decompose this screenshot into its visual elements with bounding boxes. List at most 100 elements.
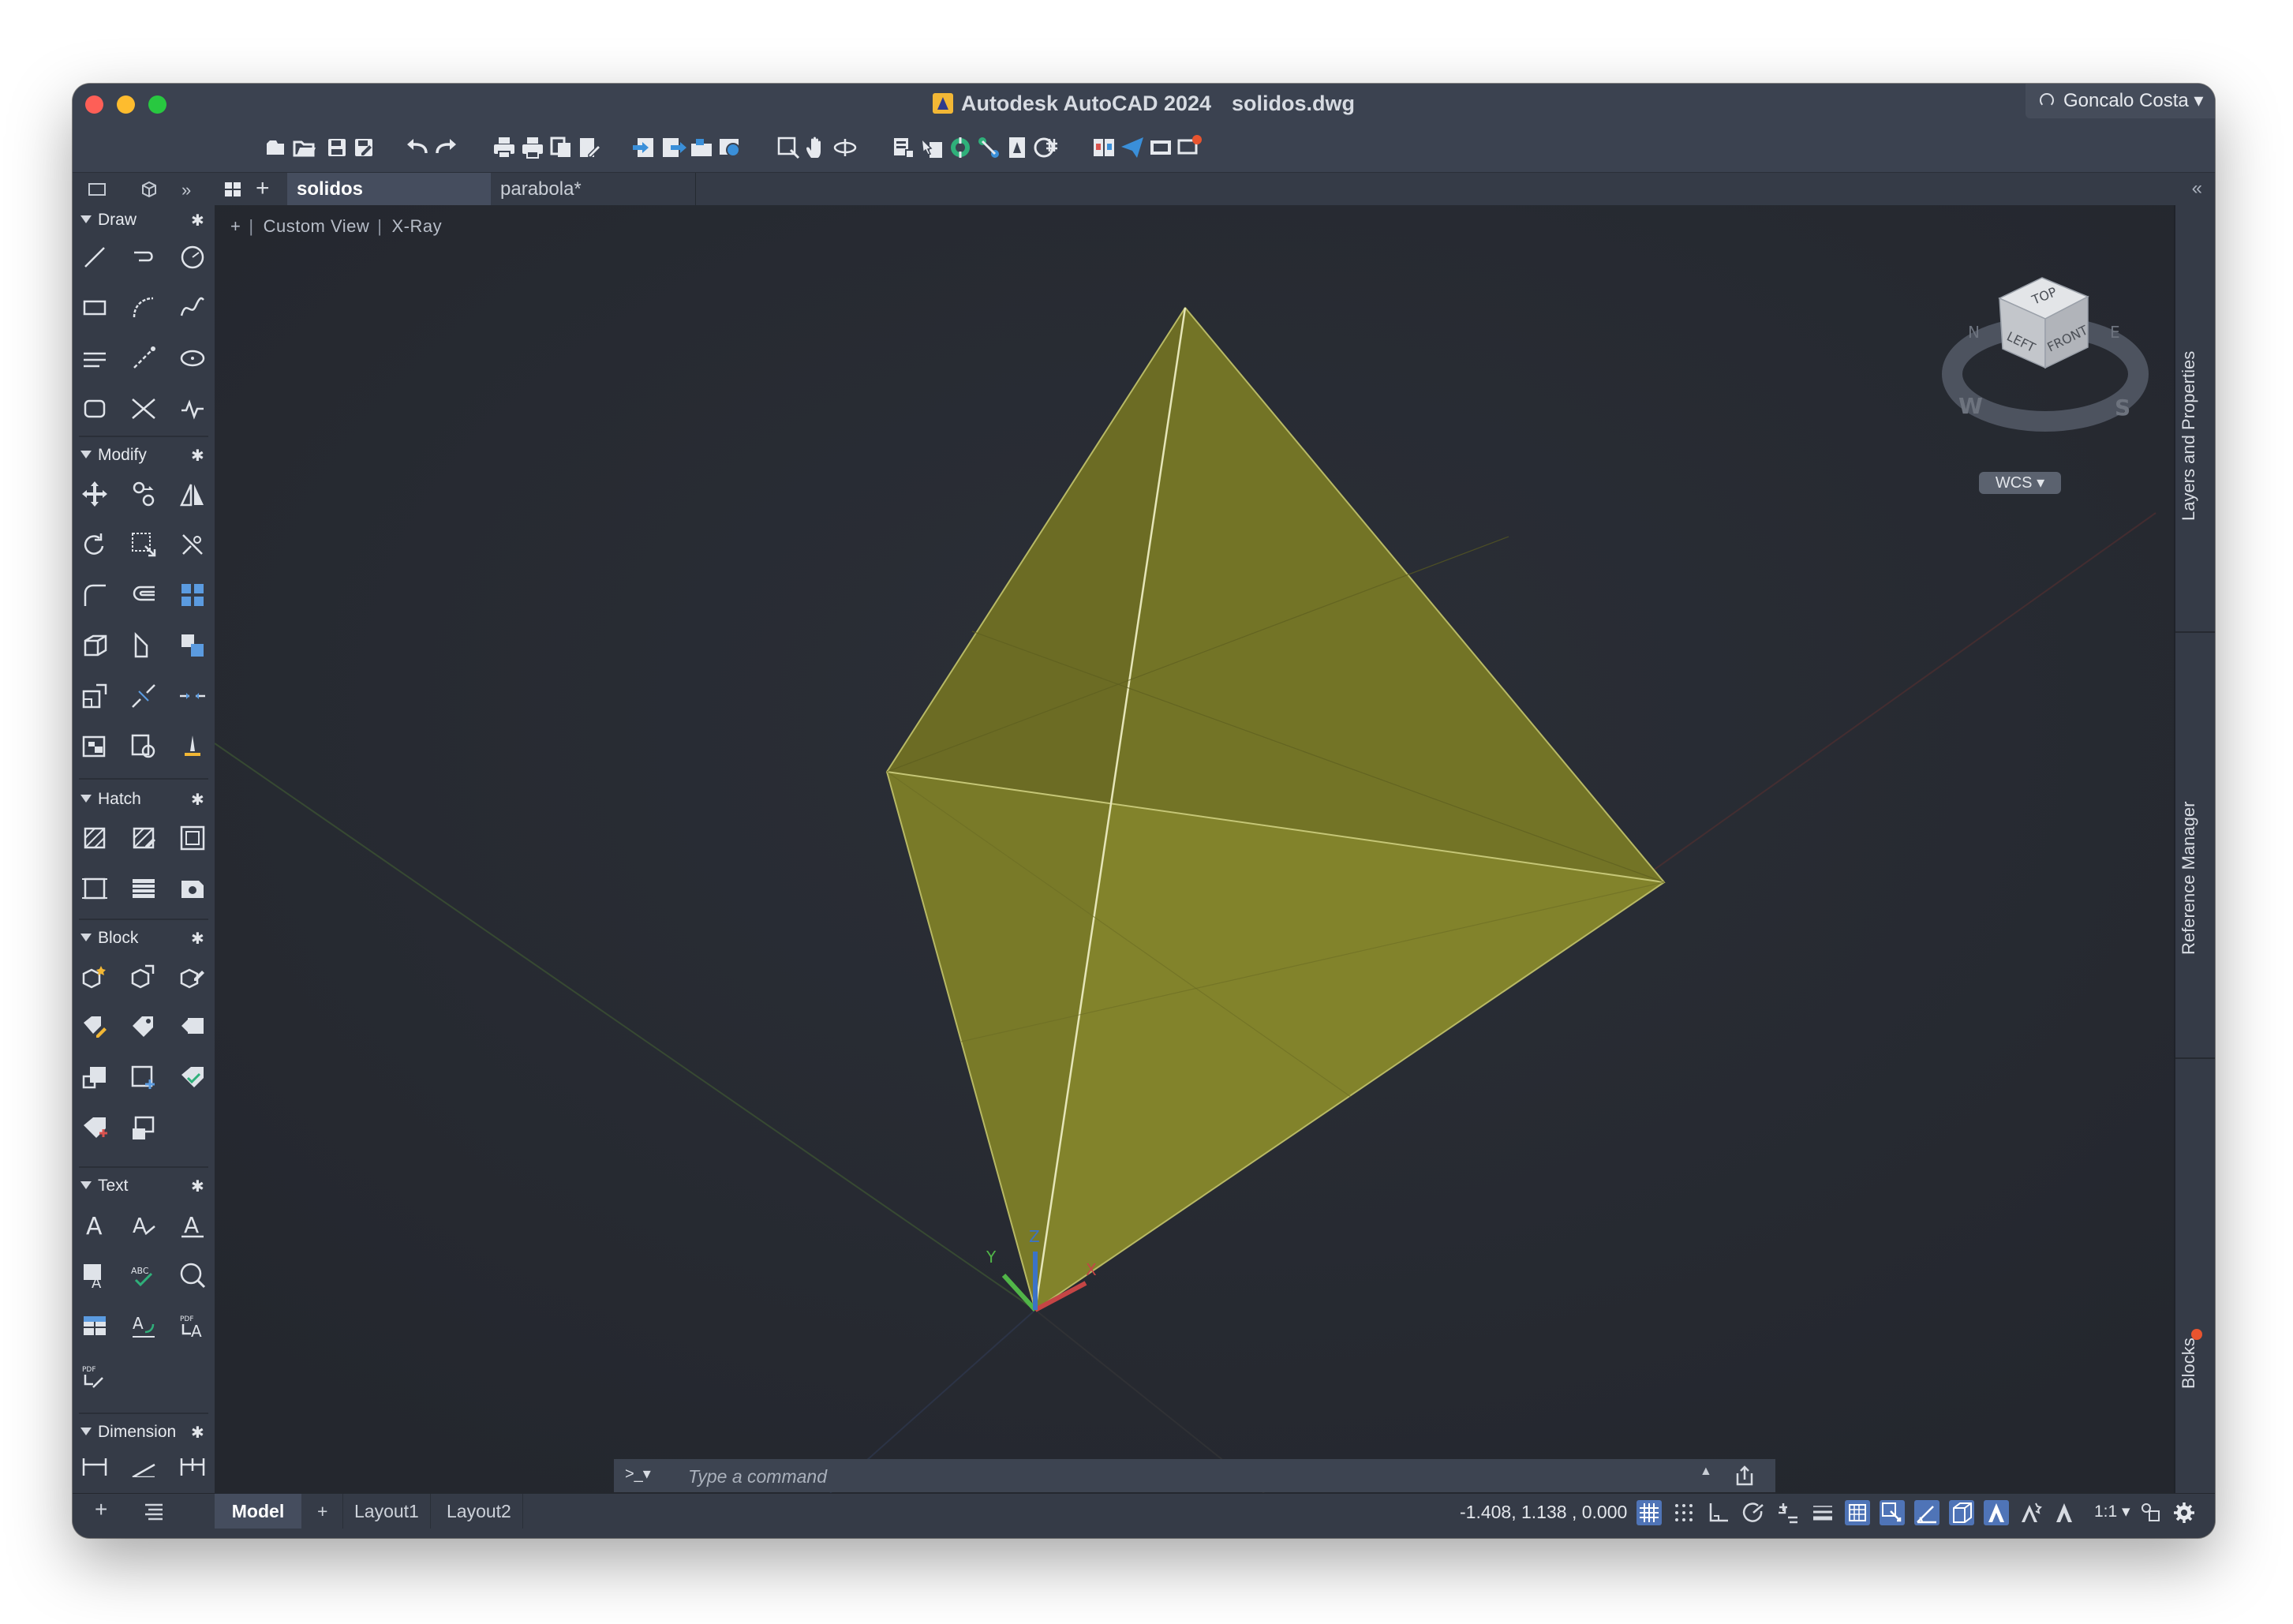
lengthen-icon[interactable] xyxy=(128,630,159,661)
save-as-icon[interactable] xyxy=(350,134,377,161)
new-layout-button[interactable]: + xyxy=(306,1494,339,1529)
share-view-icon[interactable] xyxy=(688,134,715,161)
find-replace-text-icon[interactable]: A xyxy=(79,1259,110,1292)
attach-image-icon[interactable] xyxy=(1004,134,1031,161)
block-editor-icon[interactable] xyxy=(177,961,208,993)
section-dimension-header[interactable]: Dimension ✱ xyxy=(73,1420,215,1444)
insert-block-palette-icon[interactable] xyxy=(128,961,159,993)
orbit-icon[interactable] xyxy=(832,134,858,161)
section-draw-header[interactable]: Draw ✱ xyxy=(73,208,215,232)
edit-polyline-icon[interactable] xyxy=(128,731,159,762)
zoom-window-icon[interactable] xyxy=(775,134,802,161)
revision-cloud-icon[interactable] xyxy=(177,393,208,425)
tab-layout2[interactable]: Layout2 xyxy=(436,1494,523,1529)
annotation-scale-dropdown[interactable]: 1:1 ▾ xyxy=(2094,1502,2130,1521)
notifications-icon[interactable] xyxy=(1176,134,1203,161)
offset-icon[interactable] xyxy=(128,579,159,611)
section-text-header[interactable]: Text ✱ xyxy=(73,1174,215,1198)
annotation-visibility-icon[interactable] xyxy=(2018,1500,2044,1525)
viewport-controls-label[interactable]: + | Custom View | X-Ray xyxy=(230,216,442,237)
text-style-icon[interactable]: A xyxy=(177,1209,208,1240)
new-icon[interactable] xyxy=(262,134,289,161)
attribute-manager-icon[interactable] xyxy=(177,1012,208,1043)
gradient-icon[interactable] xyxy=(79,873,110,904)
super-hatch-icon[interactable] xyxy=(128,873,159,904)
annotation-scale-icon[interactable] xyxy=(2052,1500,2077,1525)
tag-block-icon[interactable] xyxy=(79,1113,110,1144)
isometric-drafting-icon[interactable] xyxy=(1775,1500,1801,1525)
view-name-control[interactable]: Custom View xyxy=(264,216,370,236)
explode-icon[interactable] xyxy=(79,731,110,762)
blocks-panel-tab[interactable]: Blocks xyxy=(2179,1338,2199,1389)
multiline-text-icon[interactable]: A xyxy=(79,1209,110,1240)
hatch-icon[interactable] xyxy=(79,822,110,854)
start-tab-grid-icon[interactable] xyxy=(223,180,243,199)
continue-dimension-icon[interactable] xyxy=(177,1454,208,1477)
snap-mode-icon[interactable] xyxy=(1671,1500,1696,1525)
match-properties-icon[interactable] xyxy=(918,134,945,161)
edit-attribute-icon[interactable] xyxy=(128,1012,159,1043)
polyline-icon[interactable] xyxy=(128,241,159,273)
create-block-icon[interactable] xyxy=(79,961,110,993)
expand-chevron-icon[interactable]: » xyxy=(181,180,202,200)
base-point-icon[interactable] xyxy=(128,1062,159,1094)
grid-toggle-icon[interactable] xyxy=(1637,1500,1662,1525)
pan-icon[interactable] xyxy=(803,134,830,161)
workspace-switch-icon[interactable] xyxy=(2138,1500,2164,1525)
plot-preview-icon[interactable] xyxy=(548,134,574,161)
command-input[interactable] xyxy=(686,1462,1676,1491)
gizmo-icon[interactable] xyxy=(1984,1500,2009,1525)
command-history-arrow-icon[interactable]: ▲ xyxy=(1700,1465,1712,1479)
text-align-icon[interactable]: A xyxy=(128,1310,159,1341)
layer-properties-icon[interactable] xyxy=(890,134,917,161)
block-attribute-check-icon[interactable] xyxy=(177,1062,208,1094)
rotate-icon[interactable] xyxy=(79,529,110,560)
draworder-icon[interactable] xyxy=(177,630,208,661)
share-icon[interactable] xyxy=(1733,1464,1756,1487)
data-extraction-icon[interactable] xyxy=(1032,134,1059,161)
region-icon[interactable] xyxy=(79,393,110,425)
model-viewport[interactable]: Y X Z TOP LEFT FRONT W S N E + | Custom Vi… xyxy=(215,205,2174,1493)
publish-icon[interactable] xyxy=(576,134,603,161)
section-modify-header[interactable]: Modify ✱ xyxy=(73,443,215,467)
new-tab-plus-icon[interactable]: + xyxy=(256,175,276,201)
tab-solidos[interactable]: solidos xyxy=(287,173,491,206)
trim-icon[interactable] xyxy=(177,529,208,560)
section-hatch-header[interactable]: Hatch ✱ xyxy=(73,788,215,811)
coordinate-readout[interactable]: -1.408, 1.138 , 0.000 xyxy=(1460,1502,1627,1523)
visual-style-control[interactable]: X-Ray xyxy=(392,216,443,236)
drawing-canvas[interactable]: Y X Z TOP LEFT FRONT W S N E xyxy=(215,205,2174,1493)
mirror-icon[interactable] xyxy=(177,478,208,510)
wcs-dropdown[interactable]: WCS ▾ xyxy=(1979,472,2061,494)
fillet-icon[interactable] xyxy=(79,579,110,611)
selection-cycling-icon[interactable] xyxy=(1880,1500,1905,1525)
hatch-edit-icon[interactable] xyxy=(128,822,159,854)
sync-attributes-icon[interactable] xyxy=(79,1062,110,1094)
tab-layout1[interactable]: Layout1 xyxy=(342,1494,431,1529)
selection-filter-icon[interactable] xyxy=(1949,1500,1974,1525)
view-cube-toggle-icon[interactable] xyxy=(139,180,159,199)
array-icon[interactable] xyxy=(177,579,208,611)
xref-icon[interactable] xyxy=(947,134,974,161)
export-icon[interactable] xyxy=(660,134,686,161)
stretch-icon[interactable] xyxy=(128,529,159,560)
palette-list-icon[interactable] xyxy=(142,1502,166,1521)
rectangle-icon[interactable] xyxy=(79,292,110,324)
spline-icon[interactable] xyxy=(177,292,208,324)
lineweight-icon[interactable] xyxy=(1810,1500,1835,1525)
ellipse-icon[interactable] xyxy=(177,342,208,374)
copy-icon[interactable] xyxy=(128,478,159,510)
save-icon[interactable] xyxy=(324,134,350,161)
redo-icon[interactable] xyxy=(432,134,459,161)
tab-parabola[interactable]: parabola* xyxy=(491,173,696,206)
batch-plot-icon[interactable] xyxy=(519,134,546,161)
viewport-controls-icon[interactable] xyxy=(87,180,107,199)
transparency-toggle-icon[interactable] xyxy=(1845,1500,1870,1525)
viewport-menu-plus[interactable]: + xyxy=(230,216,241,236)
insert-block-icon[interactable] xyxy=(975,134,1002,161)
construction-line-icon[interactable] xyxy=(79,342,110,374)
join-icon[interactable] xyxy=(177,680,208,712)
pdf-text-import-icon[interactable]: PDF A xyxy=(177,1310,208,1341)
xline-icon[interactable] xyxy=(128,393,159,425)
pdf-shx-text-icon[interactable]: PDF xyxy=(79,1360,110,1392)
